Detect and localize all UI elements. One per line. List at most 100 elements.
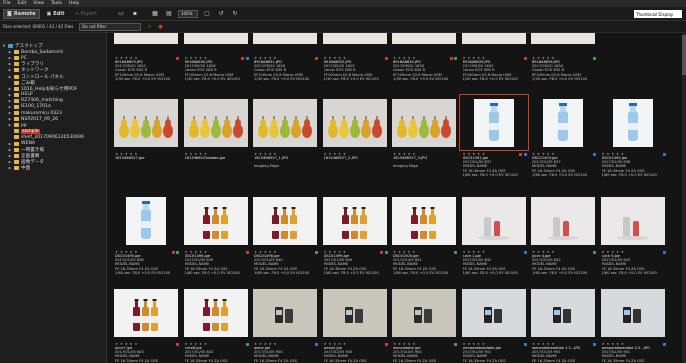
thumbnail-cell[interactable]: ★ ★ ★ ★ ★ juice 5.jpe 2017/01/05 843 MODEL-…: [599, 193, 667, 285]
thumbnail-cell[interactable]: ★ ★ ★ ★ ★ wena.jpe 2017/01/05 900 MODEL-NAM…: [251, 285, 319, 363]
expand-arrow-icon[interactable]: ▶: [8, 166, 12, 170]
thumbnail-cell[interactable]: ★ ★ ★ ★ ★ 8918A8630.JPG 2017/09/20 1626 Can…: [182, 33, 250, 91]
thumbnail-cell[interactable]: ★ ★ ★ ★ ★ 8918A8631.JPG 2017/09/20 1628 Can…: [251, 33, 319, 91]
thumbnail-frame[interactable]: [390, 95, 458, 150]
expand-arrow-icon[interactable]: ▼: [2, 44, 6, 48]
thumbnail-cell[interactable]: ★ ★ ★ ★ ★ 1815466527_3.JPG Imaging Edge: [390, 95, 458, 187]
thumbnail-cell[interactable]: ★ ★ ★ ★ ★ 8918A8629.JPG 2017/09/20 1601 Can…: [112, 33, 180, 91]
edit-button[interactable]: ▣ Edit: [44, 9, 68, 19]
thumbnail-cell[interactable]: ★ ★ ★ ★ ★ juice7.jpe 2017/01/05 843 MODEL-N…: [112, 285, 180, 363]
menu-view[interactable]: View: [33, 1, 44, 6]
thumbnail-cell[interactable]: ★ ★ ★ ★ ★ DSC01493.jpe 2017/01/05 837 MODEL…: [529, 95, 597, 187]
expand-arrow-icon[interactable]: ▶: [8, 148, 12, 152]
scrollbar-thumb[interactable]: [682, 35, 686, 75]
folder-item[interactable]: ▶ 中国: [0, 165, 106, 171]
thumbnail-frame[interactable]: [112, 95, 180, 150]
thumbnail-frame[interactable]: [529, 285, 597, 340]
thumbnail-frame[interactable]: [390, 33, 458, 54]
expand-arrow-icon[interactable]: ▶: [8, 111, 12, 115]
thumbnail-frame[interactable]: [321, 285, 389, 340]
thumbnail-cell[interactable]: ★ ★ ★ ★ ★ DSC01498.jpe 2017/01/05 840 MODEL…: [251, 193, 319, 285]
grid-scrollbar[interactable]: [682, 33, 686, 363]
thumbnail-cell[interactable]: ★ ★ ★ ★ ★ wena2.jpe 2017/01/05 900 MODEL-NA…: [321, 285, 389, 363]
expand-arrow-icon[interactable]: ▶: [8, 160, 12, 164]
thumbnail-frame[interactable]: [599, 95, 667, 150]
thumbnail-frame[interactable]: [112, 285, 180, 340]
thumbnail-cell[interactable]: ★ ★ ★ ★ ★ wenaadobeadobe 1.2...JPG 2017/01…: [529, 285, 597, 363]
thumbnail-cell[interactable]: ★ ★ ★ ★ ★ DSC01495.jpe 2017/01/05 838 MODEL…: [112, 193, 180, 285]
expand-arrow-icon[interactable]: ▶: [8, 87, 12, 91]
thumbnail-cell[interactable]: ★ ★ ★ ★ ★ DSC01499.jpe 2017/01/05 840 MODEL…: [321, 193, 389, 285]
thumbnail-frame[interactable]: [251, 33, 319, 54]
grid-view-icon[interactable]: ▦: [150, 9, 160, 18]
thumbnail-cell[interactable]: ★ ★ ★ ★ ★ juice8.jpe 2017/01/05 843 MODEL-N…: [182, 285, 250, 363]
expand-arrow-icon[interactable]: ▶: [8, 50, 12, 54]
thumbnail-frame[interactable]: [460, 285, 528, 340]
thumbnail-cell[interactable]: ★ ★ ★ ★ ★ 1815466527_2.JPG: [321, 95, 389, 187]
remote-button[interactable]: ◙ Remote: [3, 8, 40, 19]
thumbnail-cell[interactable]: ★ ★ ★ ★ ★ DSC01500.jpe 2017/01/05 841 MODEL…: [390, 193, 458, 285]
thumbnail-frame[interactable]: [529, 193, 597, 248]
expand-arrow-icon[interactable]: ▶: [8, 56, 12, 60]
fit-icon[interactable]: ▢: [202, 9, 212, 18]
display-mode-select[interactable]: Thumbnail Display: [634, 10, 682, 18]
thumbnail-size-small-icon[interactable]: ▪: [130, 9, 140, 18]
expand-arrow-icon[interactable]: ▶: [8, 68, 12, 72]
filter-select[interactable]: Do not filter: [79, 22, 142, 31]
menu-file[interactable]: File: [3, 1, 11, 6]
thumbnail-cell[interactable]: ★ ★ ★ ★ ★ 8918A8634.JPG 2017/09/20 1630 Can…: [390, 33, 458, 91]
expand-arrow-icon[interactable]: ▶: [8, 75, 12, 79]
thumbnail-cell[interactable]: ★ ★ ★ ★ ★ DSC01494.jpe 2017/01/05 838 MODEL…: [599, 95, 667, 187]
thumbnail-frame[interactable]: [390, 285, 458, 340]
thumbnail-frame[interactable]: [112, 33, 180, 54]
zoom-select[interactable]: 100%: [177, 9, 198, 18]
thumbnail-frame[interactable]: [458, 94, 529, 151]
filter-options-icon[interactable]: ●: [158, 24, 162, 30]
menu-edit[interactable]: Edit: [18, 1, 27, 6]
thumbnail-cell[interactable]: ★ ★ ★ ★ ★ wenaadobe.jpe 2017/01/05 900 MODE…: [390, 285, 458, 363]
rotate-right-icon[interactable]: ↻: [230, 9, 240, 18]
menu-tools[interactable]: Tools: [51, 1, 62, 6]
thumbnail-frame[interactable]: [529, 33, 597, 54]
thumbnail-cell[interactable]: ★ ★ ★ ★ ★ 8918A8632.JPG 2017/09/20 1629 Can…: [321, 33, 389, 91]
thumbnail-cell[interactable]: ★ ★ ★ ★ ★ 1815466527_1.JPG Imaging Edge: [251, 95, 319, 187]
export-button[interactable]: ⇥ Export: [71, 9, 100, 19]
thumbnail-frame[interactable]: [182, 193, 250, 248]
thumbnail-frame[interactable]: [321, 33, 389, 54]
rotate-left-icon[interactable]: ↺: [216, 9, 226, 18]
thumbnail-frame[interactable]: [251, 95, 319, 150]
thumbnail-frame[interactable]: [182, 95, 250, 150]
thumbnail-frame[interactable]: [529, 95, 597, 150]
filter-add-icon[interactable]: ＋: [147, 23, 152, 30]
expand-arrow-icon[interactable]: ▶: [8, 62, 12, 66]
expand-arrow-icon[interactable]: ▶: [8, 142, 12, 146]
thumbnail-frame[interactable]: [182, 33, 250, 54]
thumbnail-cell[interactable]: ★ ★ ★ ★ ★ DSC01496.jpe 2017/01/05 839 MODEL…: [182, 193, 250, 285]
thumbnail-frame[interactable]: [182, 285, 250, 340]
thumbnail-frame[interactable]: [599, 285, 667, 340]
thumbnail-frame[interactable]: [251, 285, 319, 340]
thumbnail-frame[interactable]: [460, 33, 528, 54]
thumbnail-frame[interactable]: [321, 95, 389, 150]
thumbnail-cell[interactable]: ★ ★ ★ ★ ★ wenaadobeadobe.jpe 2017/01/05 90…: [460, 285, 528, 363]
expand-arrow-icon[interactable]: ▶: [8, 123, 12, 127]
thumbnail-cell[interactable]: ★ ★ ★ ★ ★ juice 1.jpe 2017/01/05 842 MODEL-…: [460, 193, 528, 285]
thumbnail-frame[interactable]: [251, 193, 319, 248]
expand-arrow-icon[interactable]: ▶: [8, 154, 12, 158]
image-view-icon[interactable]: ▭: [116, 9, 126, 18]
thumbnail-cell[interactable]: ★ ★ ★ ★ ★ 1815466527.jpe: [112, 95, 180, 187]
expand-arrow-icon[interactable]: ▶: [8, 117, 12, 121]
expand-arrow-icon[interactable]: ▶: [8, 93, 12, 97]
thumbnail-cell[interactable]: ★ ★ ★ ★ ★ wenaadobeadobe 2.2...JPG 2017/01…: [599, 285, 667, 363]
list-view-icon[interactable]: ▤: [164, 9, 174, 18]
expand-arrow-icon[interactable]: ▶: [8, 105, 12, 109]
thumbnail-cell[interactable]: ★ ★ ★ ★ ★ DSC01492.jpe 2017/01/05 837 MODEL…: [458, 94, 529, 187]
thumbnail-cell[interactable]: ★ ★ ★ ★ ★ juice 4.jpe 2017/01/05 842 MODEL-…: [529, 193, 597, 285]
thumbnail-frame[interactable]: [599, 193, 667, 248]
thumbnail-frame[interactable]: [390, 193, 458, 248]
expand-arrow-icon[interactable]: ▶: [8, 99, 12, 103]
menu-help[interactable]: Help: [69, 1, 79, 6]
thumbnail-frame[interactable]: [321, 193, 389, 248]
thumbnail-frame[interactable]: [460, 193, 528, 248]
thumbnail-frame[interactable]: [112, 193, 180, 248]
